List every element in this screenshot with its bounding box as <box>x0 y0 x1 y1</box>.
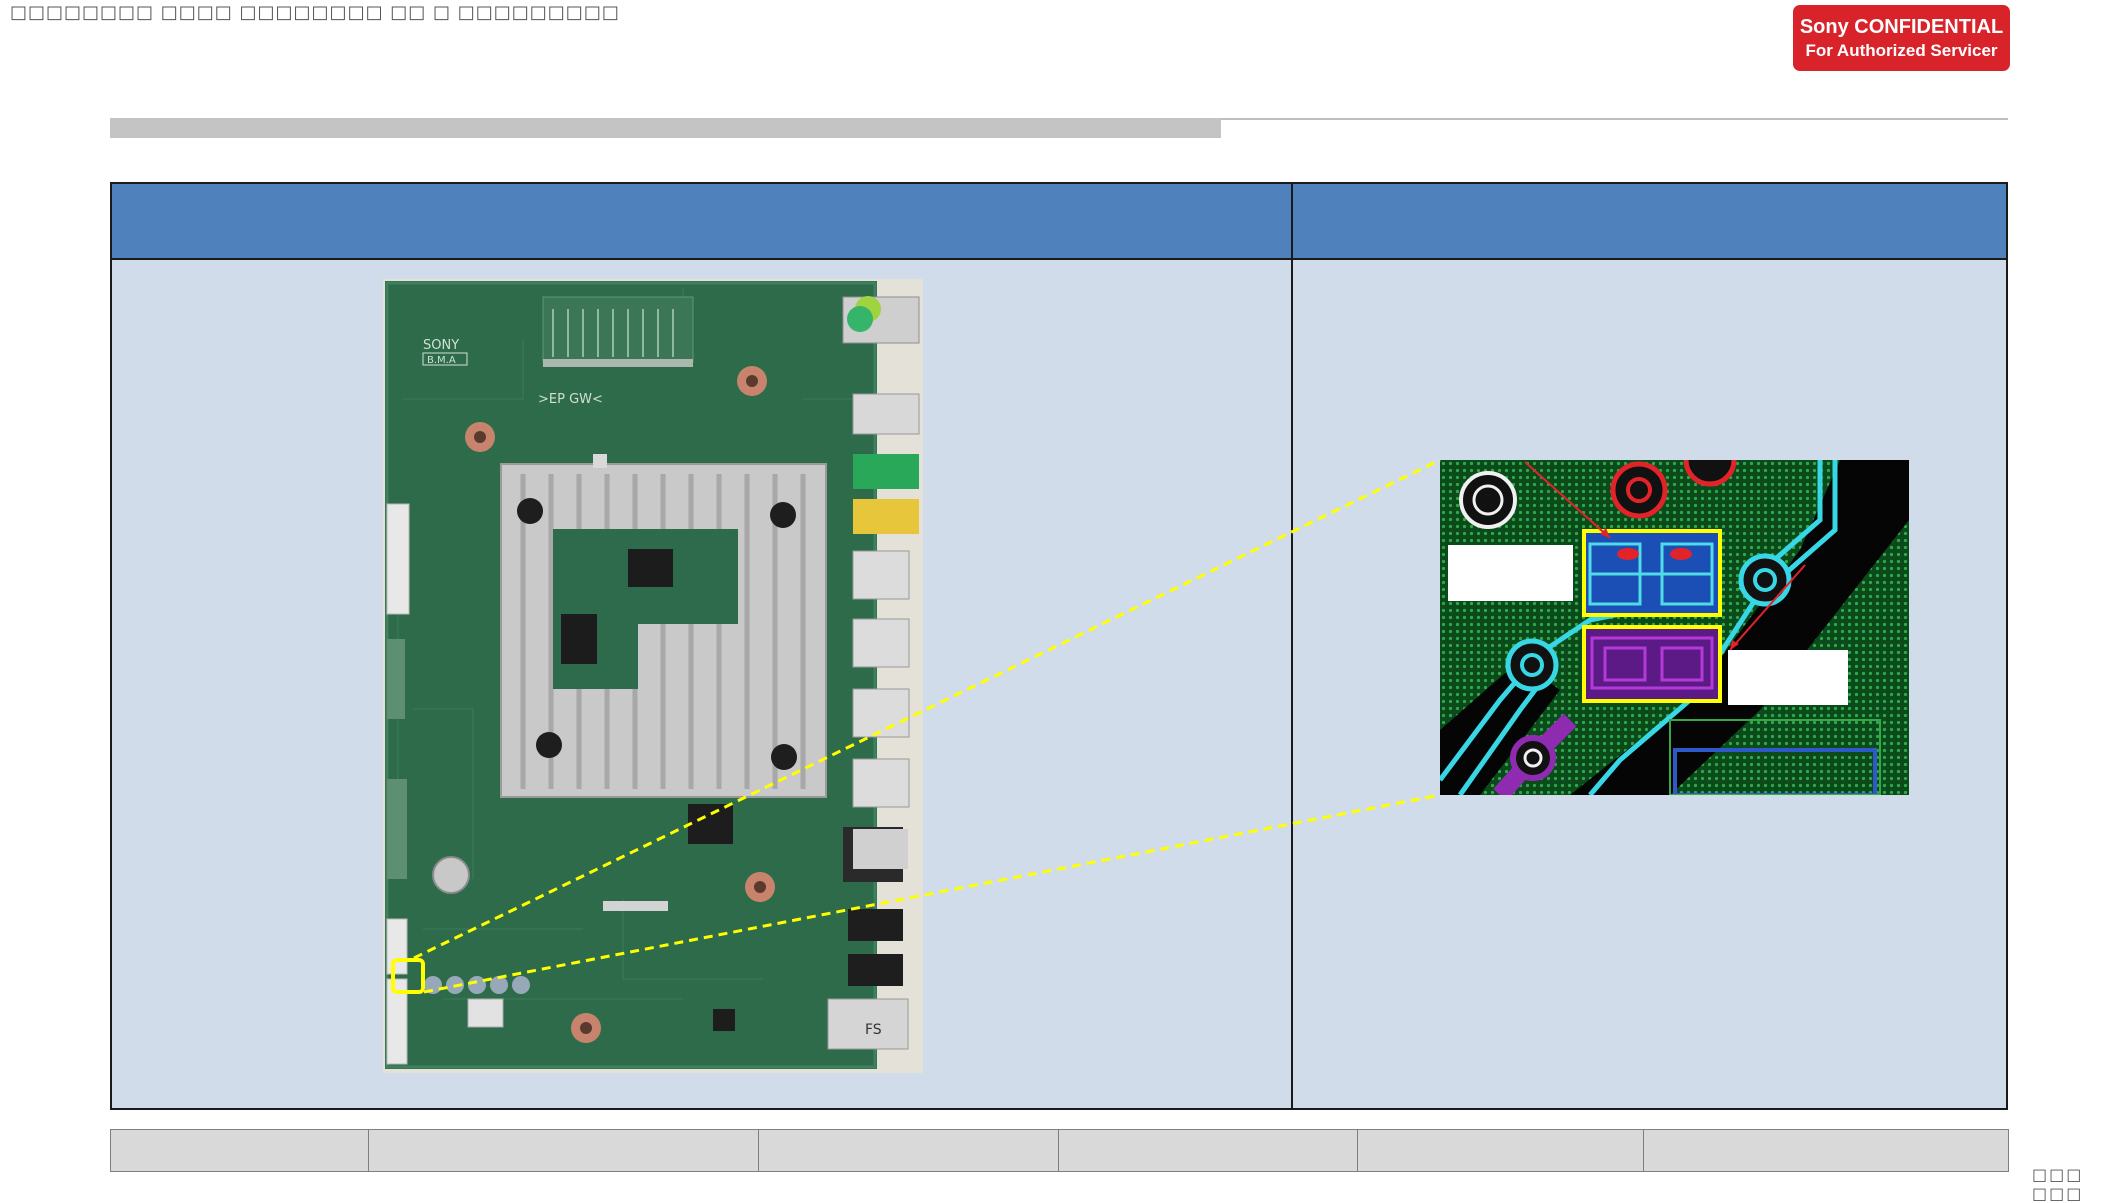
board-logo-text: >EP GW< <box>538 392 603 407</box>
footer-cell <box>369 1130 759 1171</box>
table-header-right <box>1293 184 2006 260</box>
footer-cell <box>759 1130 1059 1171</box>
label-box-right <box>1728 650 1848 705</box>
page-header-text: □□□□□□□□ □□□□ □□□□□□□□ □□ □ □□□□□□□□□ <box>10 2 620 23</box>
board-brand-text: SONY <box>423 338 459 353</box>
footer-cell <box>1059 1130 1358 1171</box>
page-number: □□□ □□□ <box>2032 1165 2084 1203</box>
table-header-left <box>112 184 1293 260</box>
pcb-layout-image <box>1440 460 1909 795</box>
confidential-badge: Sony CONFIDENTIAL For Authorized Service… <box>1793 5 2010 71</box>
board-photo: SONY B.M.A >EP GW< FS <box>383 279 923 1073</box>
footer-table <box>110 1129 2009 1172</box>
authorized-servicer-label: For Authorized Servicer <box>1805 41 1998 60</box>
footer-cell <box>1644 1130 2008 1171</box>
label-box-left <box>1448 545 1573 601</box>
heatsink <box>500 463 827 798</box>
board-marking-text: B.M.A <box>427 355 456 366</box>
title-bar <box>110 118 1221 138</box>
footer-cell <box>1358 1130 1644 1171</box>
confidential-label: Sony CONFIDENTIAL <box>1799 16 2004 38</box>
footer-cell <box>111 1130 369 1171</box>
board-connector-label: FS <box>865 1022 882 1038</box>
